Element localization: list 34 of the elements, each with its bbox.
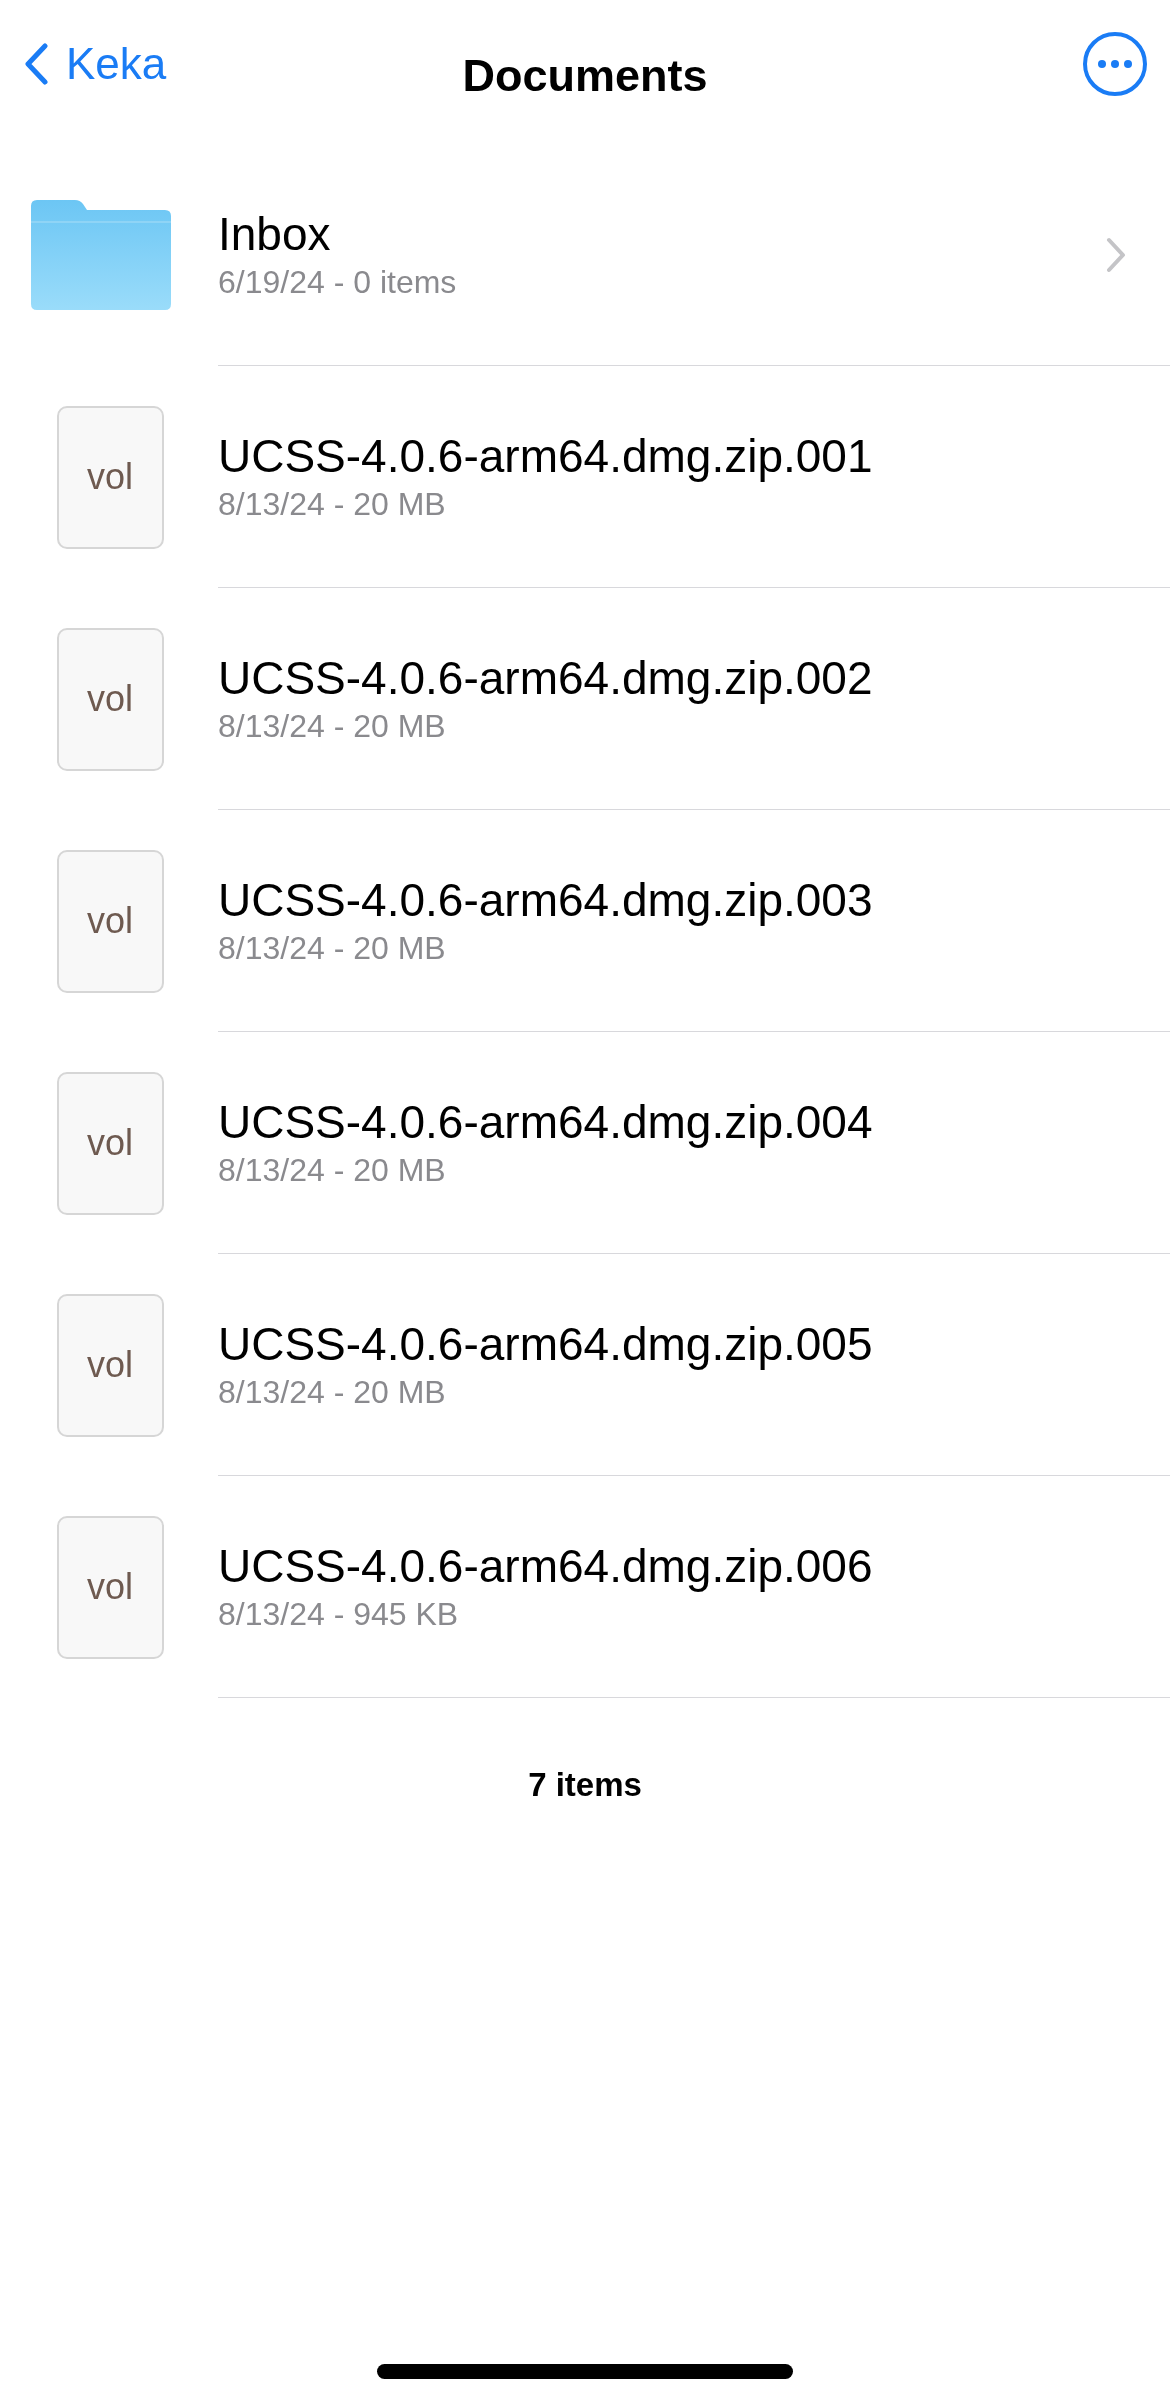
- file-details: 8/13/24 - 20 MB: [218, 930, 446, 968]
- chevron-left-icon: [24, 43, 48, 85]
- file-details: 8/13/24 - 20 MB: [218, 1374, 446, 1412]
- document-icon: vol: [56, 1515, 164, 1659]
- file-name: UCSS-4.0.6-arm64.dmg.zip.002: [218, 651, 873, 705]
- file-details: 8/13/24 - 20 MB: [218, 486, 446, 524]
- more-icon: [1082, 31, 1148, 97]
- file-row[interactable]: vol UCSS-4.0.6-arm64.dmg.zip.003 8/13/24 - 20 MB: [0, 810, 1170, 1032]
- file-row[interactable]: vol UCSS-4.0.6-arm64.dmg.zip.006 8/13/24 - 945 KB: [0, 1476, 1170, 1698]
- file-details: 8/13/24 - 20 MB: [218, 1152, 446, 1190]
- file-details: 8/13/24 - 20 MB: [218, 708, 446, 746]
- folder-details: 6/19/24 - 0 items: [218, 264, 457, 302]
- document-icon: vol: [56, 627, 164, 771]
- file-row[interactable]: vol UCSS-4.0.6-arm64.dmg.zip.004 8/13/24 - 20 MB: [0, 1032, 1170, 1254]
- file-name: UCSS-4.0.6-arm64.dmg.zip.004: [218, 1095, 873, 1149]
- more-button[interactable]: [1082, 31, 1148, 97]
- document-icon: vol: [56, 1293, 164, 1437]
- file-row[interactable]: vol UCSS-4.0.6-arm64.dmg.zip.002 8/13/24 - 20 MB: [0, 588, 1170, 810]
- document-icon: vol: [56, 405, 164, 549]
- file-details: 8/13/24 - 945 KB: [218, 1596, 459, 1634]
- file-row[interactable]: Inbox 6/19/24 - 0 items: [0, 144, 1170, 366]
- back-button[interactable]: Keka: [24, 39, 167, 89]
- file-name: UCSS-4.0.6-arm64.dmg.zip.006: [218, 1539, 873, 1593]
- item-count: 7 items: [528, 1766, 642, 1804]
- file-name: UCSS-4.0.6-arm64.dmg.zip.005: [218, 1317, 873, 1371]
- file-name: UCSS-4.0.6-arm64.dmg.zip.001: [218, 429, 873, 483]
- document-icon: vol: [56, 1071, 164, 1215]
- folder-name: Inbox: [218, 207, 331, 261]
- document-icon: vol: [56, 849, 164, 993]
- chevron-right-icon: [1106, 236, 1126, 273]
- window-title: Documents: [462, 50, 708, 102]
- file-row[interactable]: vol UCSS-4.0.6-arm64.dmg.zip.005 8/13/24 - 20 MB: [0, 1254, 1170, 1476]
- file-row[interactable]: vol UCSS-4.0.6-arm64.dmg.zip.001 8/13/24 - 20 MB: [0, 366, 1170, 588]
- file-name: UCSS-4.0.6-arm64.dmg.zip.003: [218, 873, 873, 927]
